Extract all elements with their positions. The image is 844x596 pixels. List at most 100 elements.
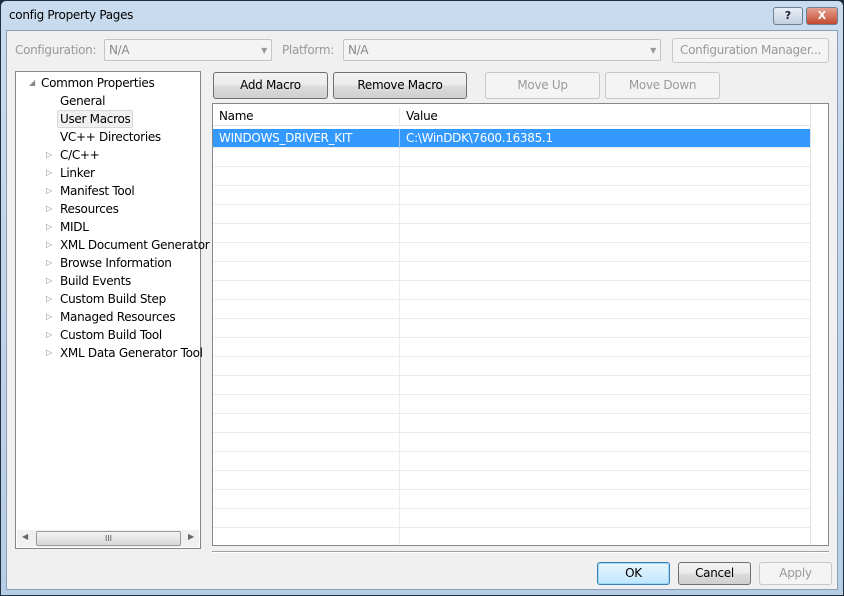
ok-button[interactable]: OK bbox=[597, 562, 670, 585]
table-row[interactable]: WINDOWS_DRIVER_KITC:\WinDDK\7600.16385.1 bbox=[213, 129, 810, 148]
separator bbox=[212, 551, 829, 553]
tree-item[interactable]: User Macros bbox=[57, 110, 133, 128]
tree-item-label: Managed Resources bbox=[60, 310, 175, 324]
macro-name-cell bbox=[213, 414, 400, 433]
tree-item-label: XML Document Generator bbox=[60, 238, 209, 252]
collapsed-arrow-icon[interactable]: ▷ bbox=[46, 308, 52, 326]
horizontal-scrollbar[interactable]: ◀ III ▶ bbox=[17, 530, 199, 547]
collapsed-arrow-icon[interactable]: ▷ bbox=[46, 236, 52, 254]
collapsed-arrow-icon[interactable]: ▷ bbox=[46, 200, 52, 218]
empty-row bbox=[213, 300, 810, 319]
configuration-manager-button[interactable]: Configuration Manager... bbox=[672, 38, 829, 63]
macro-name-cell bbox=[213, 509, 400, 528]
remove-macro-button[interactable]: Remove Macro bbox=[333, 72, 467, 99]
scroll-left-icon[interactable]: ◀ bbox=[22, 532, 28, 541]
scroll-thumb[interactable]: III bbox=[36, 531, 181, 546]
apply-button[interactable]: Apply bbox=[759, 562, 832, 585]
macros-grid[interactable]: Name Value WINDOWS_DRIVER_KITC:\WinDDK\7… bbox=[212, 103, 829, 546]
empty-row bbox=[213, 395, 810, 414]
tree-item-common-properties[interactable]: ◢Common Properties bbox=[41, 74, 154, 92]
tree-item[interactable]: VC++ Directories bbox=[60, 128, 161, 146]
empty-row bbox=[213, 186, 810, 205]
help-button[interactable]: ? bbox=[773, 7, 803, 25]
cancel-button[interactable]: Cancel bbox=[678, 562, 751, 585]
collapsed-arrow-icon[interactable]: ▷ bbox=[46, 254, 52, 272]
collapsed-arrow-icon[interactable]: ▷ bbox=[46, 272, 52, 290]
macro-value-cell bbox=[400, 148, 810, 167]
macro-value-cell bbox=[400, 414, 810, 433]
tree-item[interactable]: ▷MIDL bbox=[60, 218, 89, 236]
tree-item[interactable]: ▷XML Document Generator bbox=[60, 236, 209, 254]
macro-value-cell bbox=[400, 243, 810, 262]
macro-name-cell bbox=[213, 395, 400, 414]
collapsed-arrow-icon[interactable]: ▷ bbox=[46, 146, 52, 164]
macro-value-cell bbox=[400, 300, 810, 319]
chevron-down-icon: ▼ bbox=[650, 46, 656, 55]
configuration-dropdown[interactable]: N/A▼ bbox=[104, 39, 272, 61]
macro-value-cell bbox=[400, 490, 810, 509]
move-up-button[interactable]: Move Up bbox=[485, 72, 600, 99]
macro-name-cell bbox=[213, 148, 400, 167]
macro-value-cell bbox=[400, 338, 810, 357]
collapsed-arrow-icon[interactable]: ▷ bbox=[46, 218, 52, 236]
property-tree[interactable]: ◢Common Properties ◀ III ▶ GeneralUser M… bbox=[15, 71, 201, 549]
tree-item[interactable]: ▷C/C++ bbox=[60, 146, 99, 164]
macro-name-cell bbox=[213, 167, 400, 186]
collapsed-arrow-icon[interactable]: ▷ bbox=[46, 326, 52, 344]
tree-item[interactable]: ▷Custom Build Step bbox=[60, 290, 166, 308]
chevron-down-icon: ▼ bbox=[261, 46, 267, 55]
empty-row bbox=[213, 262, 810, 281]
macro-value-cell bbox=[400, 186, 810, 205]
macro-name-cell bbox=[213, 186, 400, 205]
collapsed-arrow-icon[interactable]: ▷ bbox=[46, 290, 52, 308]
empty-row bbox=[213, 452, 810, 471]
collapsed-arrow-icon[interactable]: ▷ bbox=[46, 182, 52, 200]
tree-item-label: XML Data Generator Tool bbox=[60, 346, 203, 360]
column-header-value[interactable]: Value bbox=[400, 107, 810, 126]
tree-item-label: Build Events bbox=[60, 274, 131, 288]
macro-value-cell bbox=[400, 528, 810, 546]
window-title: config Property Pages bbox=[9, 8, 133, 22]
tree-item[interactable]: ▷Resources bbox=[60, 200, 119, 218]
tree-item-label: Custom Build Step bbox=[60, 292, 166, 306]
add-macro-button[interactable]: Add Macro bbox=[213, 72, 328, 99]
macro-value-cell bbox=[400, 281, 810, 300]
macro-value-cell bbox=[400, 319, 810, 338]
tree-item[interactable]: ▷Build Events bbox=[60, 272, 131, 290]
empty-row bbox=[213, 490, 810, 509]
platform-dropdown[interactable]: N/A▼ bbox=[343, 39, 661, 61]
empty-row bbox=[213, 509, 810, 528]
macro-name-cell bbox=[213, 300, 400, 319]
tree-item[interactable]: ▷XML Data Generator Tool bbox=[60, 344, 203, 362]
macro-name-cell bbox=[213, 471, 400, 490]
move-down-button[interactable]: Move Down bbox=[605, 72, 720, 99]
macro-value-cell: C:\WinDDK\7600.16385.1 bbox=[400, 129, 810, 148]
macro-name-cell: WINDOWS_DRIVER_KIT bbox=[213, 129, 400, 148]
tree-item-label: C/C++ bbox=[60, 148, 99, 162]
scroll-right-icon[interactable]: ▶ bbox=[188, 532, 194, 541]
macro-name-cell bbox=[213, 262, 400, 281]
tree-item-label: Manifest Tool bbox=[60, 184, 134, 198]
collapsed-arrow-icon[interactable]: ▷ bbox=[46, 164, 52, 182]
empty-row bbox=[213, 376, 810, 395]
column-header-name[interactable]: Name bbox=[213, 107, 400, 126]
empty-row bbox=[213, 281, 810, 300]
collapsed-arrow-icon[interactable]: ▷ bbox=[46, 344, 52, 362]
tree-item[interactable]: General bbox=[60, 92, 105, 110]
macro-value-cell bbox=[400, 376, 810, 395]
macro-value-cell bbox=[400, 205, 810, 224]
grid-header: Name Value bbox=[213, 107, 810, 126]
tree-item[interactable]: ▷Manifest Tool bbox=[60, 182, 134, 200]
tree-item[interactable]: ▷Linker bbox=[60, 164, 95, 182]
tree-item[interactable]: ▷Browse Information bbox=[60, 254, 172, 272]
macro-value-cell bbox=[400, 357, 810, 376]
empty-row bbox=[213, 433, 810, 452]
close-button[interactable]: X bbox=[806, 7, 838, 25]
tree-item[interactable]: ▷Managed Resources bbox=[60, 308, 175, 326]
empty-row bbox=[213, 414, 810, 433]
platform-label: Platform: bbox=[282, 43, 334, 57]
macro-name-cell bbox=[213, 319, 400, 338]
macro-name-cell bbox=[213, 281, 400, 300]
empty-row bbox=[213, 205, 810, 224]
tree-item[interactable]: ▷Custom Build Tool bbox=[60, 326, 162, 344]
